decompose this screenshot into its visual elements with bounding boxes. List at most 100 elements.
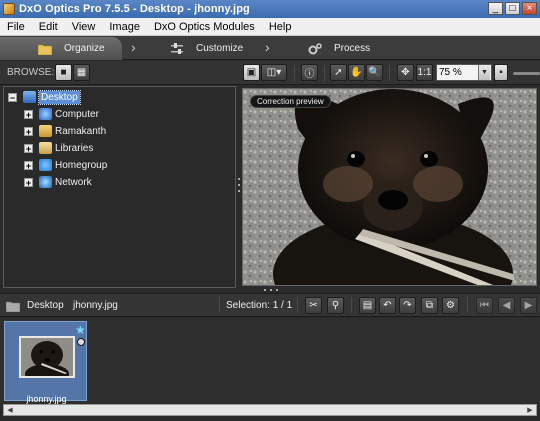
- gear-icon: ⚙: [446, 300, 455, 311]
- grip-dot: [238, 178, 240, 180]
- status-circle-icon: [77, 338, 85, 346]
- tag-button[interactable]: ⚲: [327, 297, 344, 314]
- maximize-button[interactable]: □: [505, 2, 520, 15]
- grip-dot: [238, 190, 240, 192]
- tab-customize[interactable]: Customize: [170, 37, 270, 60]
- hand-icon: ✋: [350, 67, 363, 78]
- separator: [389, 65, 390, 81]
- tab-organize[interactable]: Organize: [0, 37, 122, 60]
- rotate-right-icon: ↷: [403, 300, 412, 311]
- menu-edit[interactable]: Edit: [32, 21, 65, 33]
- tree-item-label: Network: [55, 176, 92, 188]
- title-bar: DxO Optics Pro 7.5.5 - Desktop - jhonny.…: [0, 0, 540, 18]
- hand-tool-button[interactable]: ✋: [348, 64, 365, 81]
- loupe-button[interactable]: ▪: [494, 64, 508, 81]
- select-tool-button[interactable]: ➚: [330, 64, 347, 81]
- crop-icon: ⧉: [425, 300, 434, 311]
- browse-label: BROWSE:: [7, 67, 55, 78]
- grip-dot: [238, 184, 240, 186]
- one-to-one-label: 1:1: [417, 67, 432, 78]
- compare-button[interactable]: ▤: [359, 297, 376, 314]
- tree-item-label: Ramakanth: [55, 125, 107, 137]
- first-image-button[interactable]: ⏮: [476, 297, 493, 314]
- tree-item-desktop[interactable]: − Desktop: [8, 89, 81, 105]
- selection-count: Selection: 1 / 1: [226, 300, 293, 311]
- expand-icon[interactable]: +: [24, 143, 33, 153]
- expand-icon[interactable]: +: [24, 177, 33, 187]
- folder-tree: − Desktop + Computer + Ramakanth + Libra…: [3, 86, 236, 288]
- single-image-icon: ▣: [246, 67, 257, 78]
- image-preview[interactable]: Correction preview: [242, 88, 537, 286]
- homegroup-icon: [39, 159, 52, 171]
- collapse-icon[interactable]: −: [8, 92, 17, 102]
- menu-dxo-optics-modules[interactable]: DxO Optics Modules: [147, 21, 262, 33]
- current-folder: Desktop: [27, 300, 64, 311]
- rotate-left-button[interactable]: ↶: [379, 297, 396, 314]
- expand-icon[interactable]: +: [24, 126, 33, 136]
- puppy-photo: [243, 89, 536, 285]
- grid-icon: ▦: [76, 67, 87, 78]
- thumbnail-card[interactable]: ★ jhonny.jpg: [4, 321, 87, 404]
- tree-item-libraries[interactable]: + Libraries: [24, 140, 93, 156]
- filmstrip-scrollbar[interactable]: ◀ ▶: [3, 404, 537, 416]
- zoom-dropdown-button[interactable]: ▼: [478, 65, 490, 80]
- sliders-icon: [171, 42, 183, 54]
- process-button[interactable]: ⚙: [442, 297, 459, 314]
- rotate-right-button[interactable]: ↷: [399, 297, 416, 314]
- separator: [467, 297, 468, 313]
- minimize-button[interactable]: _: [488, 2, 503, 15]
- current-file: jhonny.jpg: [73, 300, 118, 311]
- next-image-button[interactable]: ▶: [520, 297, 537, 314]
- close-button[interactable]: ×: [522, 2, 537, 15]
- folder-icon: [38, 44, 52, 55]
- remove-button[interactable]: ✂: [305, 297, 322, 314]
- tree-item-ramakanth[interactable]: + Ramakanth: [24, 123, 106, 139]
- image-icon: ▤: [362, 300, 373, 311]
- single-view-button[interactable]: ▣: [243, 64, 260, 81]
- tab-process-label: Process: [334, 43, 371, 54]
- menu-help[interactable]: Help: [262, 21, 299, 33]
- magnifier-icon: 🔍: [368, 67, 381, 78]
- info-button[interactable]: ⓘ: [301, 64, 318, 81]
- tree-item-network[interactable]: + Network: [24, 174, 92, 190]
- tree-item-label: Desktop: [38, 89, 81, 105]
- chevron-right-icon: ›: [265, 39, 270, 55]
- thumbnail-filename: jhonny.jpg: [26, 394, 67, 404]
- previous-image-button[interactable]: ◀: [498, 297, 515, 314]
- workflow-tabs: Organize › Customize › Process: [0, 36, 540, 60]
- menu-file[interactable]: File: [0, 21, 32, 33]
- app-icon: [3, 3, 15, 15]
- computer-icon: [39, 108, 52, 120]
- arrow-right-icon: ▶: [524, 300, 533, 311]
- separator: [324, 65, 325, 81]
- zoom-slider[interactable]: [513, 72, 540, 75]
- zoom-tool-button[interactable]: 🔍: [366, 64, 383, 81]
- menu-image[interactable]: Image: [102, 21, 147, 33]
- scissors-icon: ✂: [309, 300, 318, 311]
- fit-screen-button[interactable]: ✥: [397, 64, 414, 81]
- arrow-left-icon: ◀: [502, 300, 511, 311]
- zoom-level-value: 75 %: [439, 67, 462, 78]
- menu-view[interactable]: View: [65, 21, 103, 33]
- filmstrip: ★ jhonny.jpg: [0, 318, 540, 404]
- tab-process[interactable]: Process: [308, 37, 398, 60]
- scroll-right-icon[interactable]: ▶: [525, 406, 535, 415]
- compare-view-button[interactable]: ◫▾: [261, 64, 287, 81]
- scroll-left-icon[interactable]: ◀: [5, 406, 15, 415]
- crop-button[interactable]: ⧉: [421, 297, 438, 314]
- separator: [297, 297, 298, 313]
- grid-view-button[interactable]: ▦: [73, 64, 90, 81]
- actual-size-button[interactable]: 1:1: [416, 64, 433, 81]
- grip-dot: [276, 289, 278, 291]
- star-icon[interactable]: ★: [75, 323, 86, 337]
- separator: [294, 65, 295, 81]
- expand-icon[interactable]: +: [24, 109, 33, 119]
- expand-icon[interactable]: +: [24, 160, 33, 170]
- tree-item-computer[interactable]: + Computer: [24, 106, 99, 122]
- tree-item-label: Computer: [55, 108, 99, 120]
- tab-organize-label: Organize: [64, 43, 105, 54]
- toolbar: BROWSE: ■ ▦ ▣ ◫▾ ⓘ ➚ ✋ 🔍 ✥ 1:1 75 % ▼ ▪: [0, 61, 540, 85]
- correction-preview-label: Correction preview: [250, 95, 331, 108]
- folder-view-button[interactable]: ■: [55, 64, 72, 81]
- tree-item-homegroup[interactable]: + Homegroup: [24, 157, 107, 173]
